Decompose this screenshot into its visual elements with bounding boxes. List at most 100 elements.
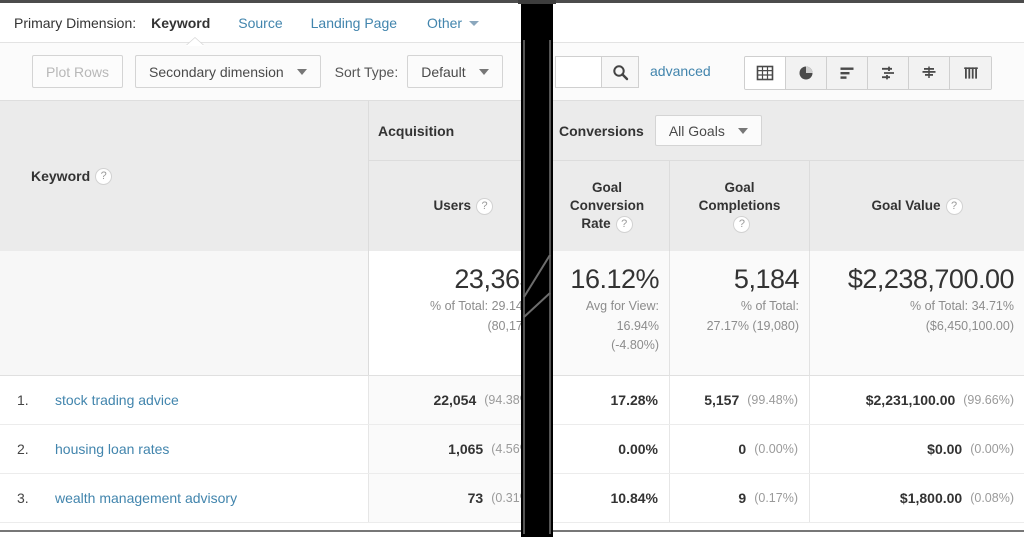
primary-dimension-bar: Primary Dimension: Keyword Source Landin… [0, 0, 1024, 42]
chevron-down-icon [478, 68, 489, 75]
help-icon[interactable]: ? [476, 197, 493, 215]
table-row: 3. wealth management advisory 73 (0.31%) 10.… [0, 474, 1024, 523]
goal-completions-column-header[interactable]: Goal Completions? [670, 161, 810, 251]
sort-type-value: Default [421, 63, 466, 80]
view-type-button-group [744, 56, 992, 90]
gcr-line-2: Conversion [569, 198, 645, 214]
keyword-link[interactable]: wealth management advisory [55, 490, 237, 506]
row-gv-value: $1,800.00 [899, 490, 963, 506]
table-search [555, 56, 639, 88]
row-goal-completions-cell: 0 (0.00%) [670, 425, 810, 473]
chevron-down-icon [296, 68, 307, 75]
summary-gv-note-1: % of Total: 34.71% [909, 298, 1014, 313]
table-bottom-border [0, 530, 1024, 537]
row-keyword-cell: 2. housing loan rates [0, 425, 369, 473]
performance-view-icon-button[interactable] [909, 57, 950, 89]
pie-chart-view-icon-button[interactable] [786, 57, 827, 89]
primary-dimension-other-label: Other [427, 14, 463, 31]
row-gcr-value: 17.28% [610, 392, 658, 408]
performance-view-icon [922, 66, 936, 78]
bar-chart-view-icon-button[interactable] [827, 57, 868, 89]
summary-gcr-value: 16.12% [570, 264, 659, 294]
gcr-line-1: Goal [591, 180, 622, 196]
help-icon[interactable]: ? [615, 215, 633, 233]
goal-value-header-label: Goal Value [871, 198, 941, 214]
table-row: 1. stock trading advice 22,054 (94.38%) 17.2… [0, 376, 1024, 425]
all-goals-dropdown[interactable]: All Goals [654, 115, 762, 146]
users-column-header[interactable]: Users? ↓ [369, 161, 545, 251]
row-gcr-cell: 0.00% [545, 425, 670, 473]
summary-gcr-note-3: (-4.80%) [611, 338, 659, 353]
primary-dimension-source-link[interactable]: Source [232, 15, 288, 31]
search-icon [612, 64, 628, 80]
row-gv-value: $2,231,100.00 [865, 392, 956, 408]
goal-conversion-rate-column-header[interactable]: Goal Conversion Rate? [545, 161, 670, 251]
row-users-cell: 22,054 (94.38%) [369, 376, 545, 424]
conversions-group-header: Conversions All Goals [545, 101, 1024, 160]
keyword-header-label: Keyword [31, 168, 91, 184]
row-index: 2. [17, 441, 29, 457]
summary-goal-completions-cell: 5,184 % of Total: 27.17% (19,080) [670, 251, 810, 375]
advanced-search-link[interactable]: advanced [650, 63, 711, 79]
help-icon[interactable]: ? [733, 215, 751, 233]
gc-line-2: Completions [698, 198, 781, 214]
row-gc-pct: (0.17%) [754, 491, 798, 505]
secondary-dimension-label: Secondary dimension [149, 63, 284, 80]
row-goal-value-cell: $1,800.00 (0.08%) [810, 474, 1024, 522]
row-keyword-cell: 3. wealth management advisory [0, 474, 369, 522]
keyword-link[interactable]: stock trading advice [55, 392, 179, 408]
search-input[interactable] [555, 56, 601, 88]
row-gc-value: 9 [738, 490, 747, 506]
row-users-value: 22,054 [433, 392, 477, 408]
summary-gcr-cell: 16.12% Avg for View: 16.94% (-4.80%) [545, 251, 670, 375]
pivot-view-icon-button[interactable] [950, 57, 991, 89]
help-icon[interactable]: ? [945, 197, 963, 215]
keyword-link[interactable]: housing loan rates [55, 441, 169, 457]
row-gc-value: 0 [738, 441, 747, 457]
analytics-report-page: Primary Dimension: Keyword Source Landin… [0, 0, 1024, 537]
metric-group-row: Acquisition Conversions All Goals [369, 101, 1024, 161]
summary-users-value: 23,363 [454, 264, 534, 294]
row-gc-pct: (99.48%) [747, 393, 798, 407]
summary-users-note-2: (80,176) [487, 318, 534, 333]
table-header: Keyword ? Acquisition Conversions All Go… [0, 101, 1024, 251]
primary-dimension-landing-page-link[interactable]: Landing Page [305, 15, 403, 31]
goal-value-column-header[interactable]: Goal Value? [810, 161, 1024, 251]
help-icon[interactable]: ? [95, 167, 113, 185]
active-tab-indicator [186, 38, 204, 46]
sort-type-dropdown[interactable]: Default [407, 55, 503, 88]
row-goal-value-cell: $2,231,100.00 (99.66%) [810, 376, 1024, 424]
row-goal-value-cell: $0.00 (0.00%) [810, 425, 1024, 473]
row-users-value: 73 [467, 490, 484, 506]
comparison-view-icon-button[interactable] [868, 57, 909, 89]
pivot-view-icon [963, 67, 978, 79]
row-gv-pct: (99.66%) [963, 393, 1014, 407]
row-goal-completions-cell: 9 (0.17%) [670, 474, 810, 522]
summary-goal-value-cell: $2,238,700.00 % of Total: 34.71% ($6,450… [810, 251, 1024, 375]
report-table: Keyword ? Acquisition Conversions All Go… [0, 101, 1024, 523]
summary-users-cell: 23,363 % of Total: 29.14% (80,176) [369, 251, 545, 375]
row-keyword-cell: 1. stock trading advice [0, 376, 369, 424]
row-gcr-cell: 17.28% [545, 376, 670, 424]
search-button[interactable] [601, 56, 639, 88]
primary-dimension-other-dropdown[interactable]: Other [421, 15, 485, 31]
summary-gc-note-1: % of Total: [740, 298, 799, 313]
plot-rows-button[interactable]: Plot Rows [32, 55, 124, 88]
metric-headers: Acquisition Conversions All Goals Users?… [369, 101, 1024, 251]
row-index: 3. [17, 490, 29, 506]
summary-gc-note-2: 27.17% (19,080) [706, 318, 799, 333]
comparison-view-icon [882, 66, 894, 80]
row-goal-completions-cell: 5,157 (99.48%) [670, 376, 810, 424]
summary-gv-note-2: ($6,450,100.00) [925, 318, 1014, 333]
chevron-down-icon [469, 21, 480, 27]
row-gcr-cell: 10.84% [545, 474, 670, 522]
table-view-icon-button[interactable] [745, 57, 786, 89]
occlusion-band-diagonal [521, 255, 553, 335]
metric-column-row: Users? ↓ Goal ConversionRate? Goal Complet… [369, 161, 1024, 251]
secondary-dimension-dropdown[interactable]: Secondary dimension [135, 55, 321, 88]
gcr-line-3: Rate [581, 215, 611, 231]
chevron-down-icon [737, 127, 748, 134]
primary-dimension-keyword-tab[interactable]: Keyword [145, 15, 216, 31]
users-header-label: Users [433, 198, 471, 214]
primary-dimension-label: Primary Dimension: [14, 14, 137, 31]
